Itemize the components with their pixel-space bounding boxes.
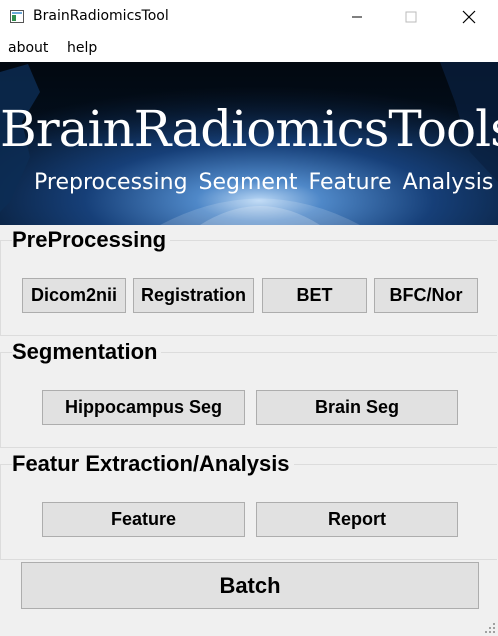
minimize-icon	[352, 16, 362, 18]
registration-button[interactable]: Registration	[133, 278, 254, 313]
feature-button[interactable]: Feature	[42, 502, 245, 537]
maximize-button[interactable]	[388, 0, 434, 34]
banner-subtitle: Preprocessing Segment Feature Analysis	[34, 170, 494, 195]
close-icon	[462, 10, 476, 24]
bfc-nor-button[interactable]: BFC/Nor	[374, 278, 478, 313]
feature-analysis-title: Featur Extraction/Analysis	[12, 451, 294, 477]
menu-help[interactable]: help	[67, 40, 97, 56]
dicom2nii-button[interactable]: Dicom2nii	[22, 278, 126, 313]
banner-title: BrainRadiomicsTools	[0, 100, 498, 158]
batch-button[interactable]: Batch	[21, 562, 479, 609]
minimize-button[interactable]	[334, 0, 380, 34]
title-bar: BrainRadiomicsTool	[0, 0, 498, 34]
report-button[interactable]: Report	[256, 502, 458, 537]
brain-seg-button[interactable]: Brain Seg	[256, 390, 458, 425]
close-button[interactable]	[446, 0, 492, 34]
hippocampus-seg-button[interactable]: Hippocampus Seg	[42, 390, 245, 425]
maximize-icon	[405, 11, 417, 23]
window-title: BrainRadiomicsTool	[33, 8, 169, 24]
menu-about[interactable]: about	[8, 40, 48, 56]
app-icon	[10, 10, 24, 23]
resize-grip-icon[interactable]	[484, 622, 496, 634]
banner-image: BrainRadiomicsTools Preprocessing Segmen…	[0, 62, 498, 225]
menu-bar: about help	[0, 34, 498, 62]
preprocessing-title: PreProcessing	[12, 227, 171, 253]
segmentation-title: Segmentation	[12, 339, 162, 365]
bet-button[interactable]: BET	[262, 278, 367, 313]
